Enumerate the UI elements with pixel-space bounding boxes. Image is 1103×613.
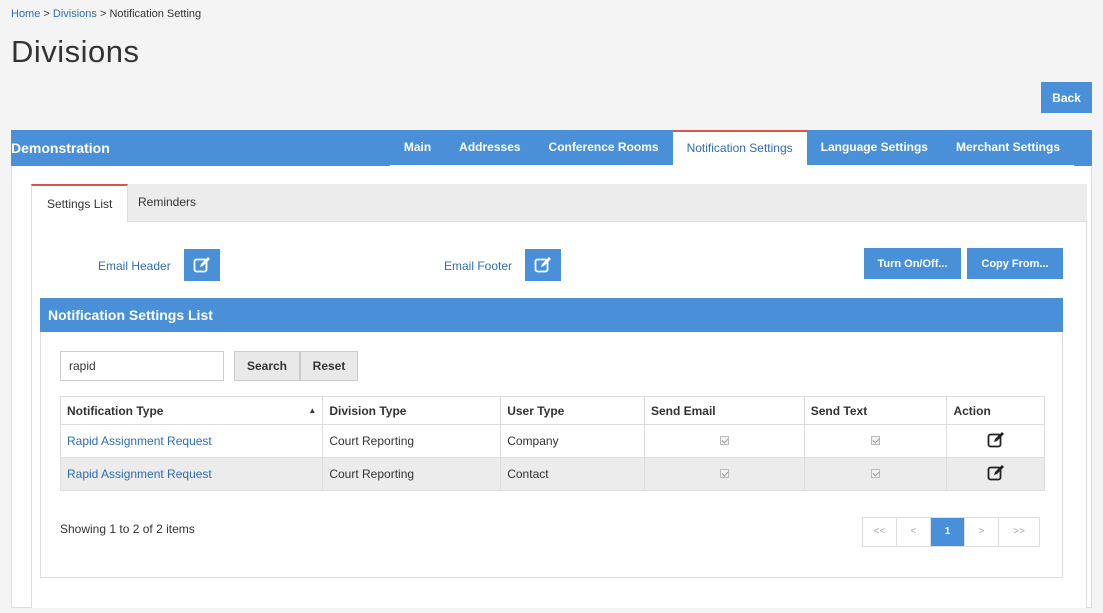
tab-addresses[interactable]: Addresses <box>445 130 534 165</box>
pager-first-button[interactable]: << <box>863 518 897 546</box>
edit-icon <box>534 257 551 273</box>
edit-icon[interactable] <box>987 464 1005 482</box>
notification-type-link[interactable]: Rapid Assignment Request <box>67 434 212 448</box>
user-type-cell: Contact <box>500 457 645 491</box>
notification-type-link[interactable]: Rapid Assignment Request <box>67 467 212 481</box>
email-header-edit-button[interactable] <box>184 249 220 281</box>
breadcrumb: Home > Divisions > Notification Setting <box>11 8 201 20</box>
division-header-bar: Demonstration Main Addresses Conference … <box>11 130 1092 166</box>
pager-last-button[interactable]: >> <box>999 518 1039 546</box>
division-type-cell: Court Reporting <box>322 457 502 491</box>
pager-next-button[interactable]: > <box>965 518 999 546</box>
user-type-cell: Company <box>500 424 645 458</box>
column-header-user-type[interactable]: User Type <box>500 396 645 425</box>
division-nav-tabs: Main Addresses Conference Rooms Notifica… <box>389 130 1074 166</box>
pager-info: Showing 1 to 2 of 2 items <box>60 522 195 536</box>
pager-prev-button[interactable]: < <box>897 518 931 546</box>
turn-on-off-button[interactable]: Turn On/Off... <box>864 248 961 279</box>
column-header-send-text[interactable]: Send Text <box>803 396 948 425</box>
tab-main[interactable]: Main <box>390 130 445 165</box>
sort-ascending-icon: ▲ <box>308 405 317 415</box>
column-header-notification-type[interactable]: Notification Type ▲ <box>59 396 324 425</box>
table-header-row: Notification Type ▲ Division Type User Ty… <box>59 396 1045 425</box>
email-header-link[interactable]: Email Header <box>98 259 171 273</box>
breadcrumb-divisions-link[interactable]: Divisions <box>53 8 97 20</box>
breadcrumb-current: Notification Setting <box>109 8 202 20</box>
send-email-cell <box>643 457 805 491</box>
column-header-send-email[interactable]: Send Email <box>643 396 805 425</box>
reset-button[interactable]: Reset <box>300 351 358 381</box>
pager-page-1[interactable]: 1 <box>931 518 965 546</box>
edit-icon[interactable] <box>987 431 1005 449</box>
search-button[interactable]: Search <box>234 351 300 381</box>
tab-reminders[interactable]: Reminders <box>123 184 211 222</box>
send-email-checkbox <box>719 469 729 478</box>
inner-tabs-bar: Settings List Reminders <box>31 184 1087 223</box>
send-text-checkbox <box>871 436 881 445</box>
send-text-cell <box>803 457 948 491</box>
column-header-division-type[interactable]: Division Type <box>322 396 502 425</box>
notification-type-cell: Rapid Assignment Request <box>59 424 324 458</box>
send-text-checkbox <box>871 469 881 478</box>
send-text-cell <box>803 424 948 458</box>
back-button[interactable]: Back <box>1041 82 1092 113</box>
breadcrumb-home-link[interactable]: Home <box>11 8 40 20</box>
email-footer-edit-button[interactable] <box>525 249 561 281</box>
send-email-checkbox <box>719 436 729 445</box>
action-cell <box>946 457 1045 491</box>
breadcrumb-separator: > <box>40 8 53 20</box>
breadcrumb-separator: > <box>96 8 110 20</box>
email-footer-link[interactable]: Email Footer <box>444 259 512 273</box>
copy-from-button[interactable]: Copy From... <box>967 248 1063 279</box>
tab-settings-list[interactable]: Settings List <box>31 184 129 223</box>
column-header-action: Action <box>946 396 1045 425</box>
notification-settings-table: Notification Type ▲ Division Type User Ty… <box>59 396 1045 491</box>
notification-type-cell: Rapid Assignment Request <box>59 457 324 491</box>
division-name: Demonstration <box>11 140 110 156</box>
search-input[interactable] <box>60 351 224 381</box>
division-type-cell: Court Reporting <box>322 424 502 458</box>
table-row: Rapid Assignment Request Court Reporting… <box>59 424 1045 458</box>
pagination: << < 1 > >> <box>862 517 1040 547</box>
tab-notification-settings[interactable]: Notification Settings <box>672 130 807 165</box>
tab-language-settings[interactable]: Language Settings <box>807 130 942 165</box>
edit-icon <box>193 257 210 273</box>
send-email-cell <box>643 424 805 458</box>
table-row: Rapid Assignment Request Court Reporting… <box>59 457 1045 491</box>
notification-settings-list-header: Notification Settings List <box>40 298 1063 332</box>
page-title: Divisions <box>11 34 140 69</box>
action-cell <box>946 424 1045 458</box>
column-header-label: Notification Type <box>67 403 164 418</box>
tab-conference-rooms[interactable]: Conference Rooms <box>535 130 673 165</box>
tab-merchant-settings[interactable]: Merchant Settings <box>942 130 1074 165</box>
